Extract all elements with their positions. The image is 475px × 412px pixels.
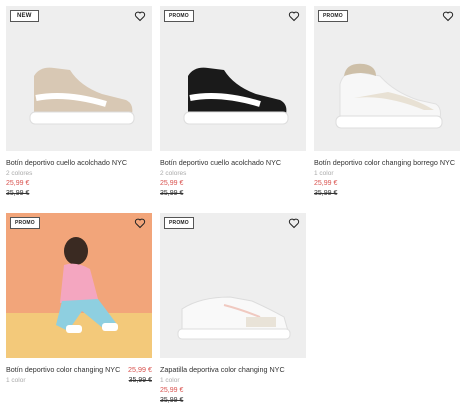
product-image[interactable]: PROMO [160,6,306,151]
heart-icon[interactable] [134,217,146,229]
product-colors: 1 color [6,377,26,384]
promo-badge: PROMO [318,10,348,22]
product-title[interactable]: Zapatilla deportiva color changing NYC [160,365,306,374]
product-old-price: 35,99 € [6,190,30,197]
product-colors: 1 color [314,170,334,177]
product-title[interactable]: Botín deportivo color changing NYC [6,365,120,374]
product-title[interactable]: Botín deportivo cuello acolchado NYC [6,158,152,167]
product-meta-row: 1 color 35,99 € [6,377,152,384]
product-colors: 1 color [160,377,180,384]
promo-badge: PROMO [164,217,194,229]
product-price: 25,99 € [314,180,338,187]
product-image[interactable]: PROMO [314,6,460,151]
product-old-price: 35,99 € [314,190,338,197]
product-colors: 2 colores [6,170,33,177]
heart-icon[interactable] [134,10,146,22]
promo-badge: PROMO [164,10,194,22]
product-card[interactable]: NEW Botín deportivo cuello acolchado NYC… [6,6,152,197]
heart-icon[interactable] [442,10,454,22]
product-card[interactable]: PROMO Botín deportivo color changing bor… [314,6,460,197]
product-card[interactable]: PROMO Zapatilla deportiva color changing… [160,213,306,404]
product-title-row: Botín deportivo color changing NYC 25,99… [6,365,152,374]
product-image[interactable]: PROMO [160,213,306,358]
product-card[interactable]: PROMO Botín deportivo color changing NYC… [6,213,152,384]
product-price: 25,99 € [160,387,184,394]
model-photo-image [6,213,152,358]
heart-icon[interactable] [288,10,300,22]
product-old-price: 35,99 € [160,190,184,197]
product-price: 25,99 € [128,365,152,374]
product-price: 25,99 € [6,180,30,187]
product-colors: 2 colores [160,170,187,177]
product-title[interactable]: Botín deportivo cuello acolchado NYC [160,158,306,167]
product-image[interactable]: NEW [6,6,152,151]
heart-icon[interactable] [288,217,300,229]
product-price: 25,99 € [160,180,184,187]
product-old-price: 35,99 € [160,397,184,404]
white-sneaker-image [160,213,306,358]
product-old-price: 35,99 € [128,377,152,384]
product-image[interactable]: PROMO [6,213,152,358]
product-title[interactable]: Botín deportivo color changing borrego N… [314,158,460,167]
promo-badge: PROMO [10,217,40,229]
product-card[interactable]: PROMO Botín deportivo cuello acolchado N… [160,6,306,197]
product-grid: NEW Botín deportivo cuello acolchado NYC… [0,0,475,412]
shearling-sneaker-image [314,6,460,151]
beige-sneaker-image [6,6,152,151]
black-sneaker-image [160,6,306,151]
new-badge: NEW [10,10,39,22]
